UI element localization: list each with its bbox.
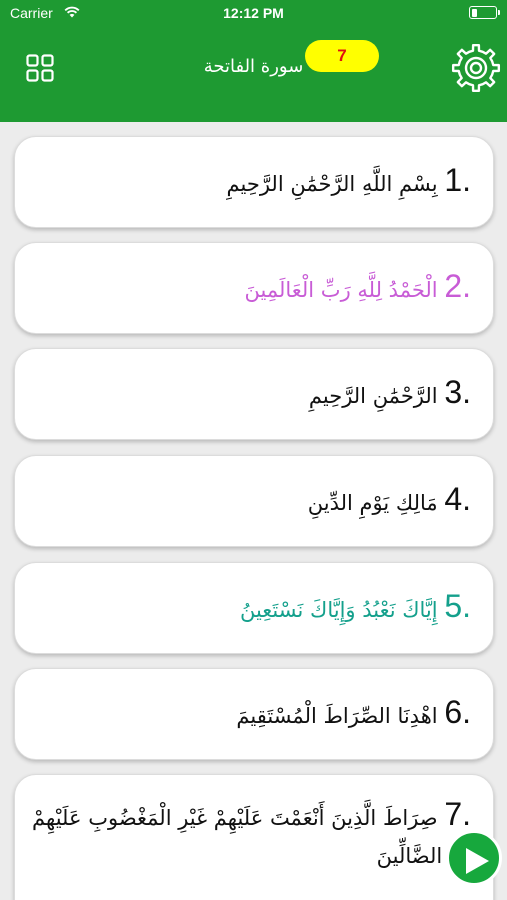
surah-title: سورة الفاتحة [203, 56, 304, 77]
verse-card[interactable]: 7. صِرَاطَ الَّذِينَ أَنْعَمْتَ عَلَيْهِ… [14, 774, 494, 900]
app-header: Carrier 12:12 PM 7 سورة الفاتحة [0, 0, 507, 122]
verse-arabic-text: الرَّحْمَٰنِ الرَّحِيمِ [308, 384, 438, 408]
verse-arabic-text: بِسْمِ اللَّهِ الرَّحْمَٰنِ الرَّحِيمِ [226, 172, 438, 196]
battery-icon [469, 6, 500, 19]
verse-text: 2. الْحَمْدُ لِلَّهِ رَبِّ الْعَالَمِينَ [29, 243, 472, 333]
verse-card[interactable]: 4. مَالِكِ يَوْمِ الدِّينِ [14, 455, 494, 547]
verse-card[interactable]: 6. اهْدِنَا الصِّرَاطَ الْمُسْتَقِيمَ [14, 668, 494, 760]
verse-number: 7. [444, 796, 471, 832]
verse-arabic-text: صِرَاطَ الَّذِينَ أَنْعَمْتَ عَلَيْهِمْ … [32, 806, 471, 868]
verse-number: 6. [444, 694, 471, 730]
verse-number: 2. [444, 268, 471, 304]
play-icon [466, 848, 489, 874]
verse-text: 1. بِسْمِ اللَّهِ الرَّحْمَٰنِ الرَّحِيم… [29, 137, 471, 227]
verse-card[interactable]: 1. بِسْمِ اللَّهِ الرَّحْمَٰنِ الرَّحِيم… [14, 136, 494, 228]
play-button[interactable] [446, 830, 502, 886]
gear-ring [464, 56, 488, 80]
verse-text: 3. الرَّحْمَٰنِ الرَّحِيمِ [29, 349, 471, 439]
verse-number: 3. [444, 374, 471, 410]
verse-card[interactable]: 3. الرَّحْمَٰنِ الرَّحِيمِ [14, 348, 494, 440]
verse-line: 3. الرَّحْمَٰنِ الرَّحِيمِ [309, 373, 471, 415]
status-time: 12:12 PM [223, 5, 284, 21]
verse-arabic-text: الْحَمْدُ لِلَّهِ رَبِّ الْعَالَمِينَ [244, 278, 438, 302]
verse-number: 1. [444, 162, 471, 198]
verse-line: 2. الْحَمْدُ لِلَّهِ رَبِّ الْعَالَمِينَ [245, 267, 472, 309]
verse-line: 7. صِرَاطَ الَّذِينَ أَنْعَمْتَ عَلَيْهِ… [29, 795, 471, 875]
settings-button[interactable] [450, 42, 502, 94]
grid-menu-button[interactable] [26, 54, 54, 82]
battery-level-fill [471, 8, 477, 17]
verse-text: 5. إِيَّاكَ نَعْبُدُ وَإِيَّاكَ نَسْتَعِ… [29, 563, 471, 653]
gear-hub [469, 61, 483, 75]
verse-line: 5. إِيَّاكَ نَعْبُدُ وَإِيَّاكَ نَسْتَعِ… [240, 587, 471, 629]
verse-number: 4. [444, 481, 471, 517]
verse-arabic-text: إِيَّاكَ نَعْبُدُ وَإِيَّاكَ نَسْتَعِينُ [239, 598, 438, 622]
verse-card[interactable]: 2. الْحَمْدُ لِلَّهِ رَبِّ الْعَالَمِينَ [14, 242, 494, 334]
status-bar: Carrier 12:12 PM [0, 0, 507, 28]
verse-card[interactable]: 5. إِيَّاكَ نَعْبُدُ وَإِيَّاكَ نَسْتَعِ… [14, 562, 494, 654]
verse-line: 1. بِسْمِ اللَّهِ الرَّحْمَٰنِ الرَّحِيم… [227, 161, 471, 203]
gear-outline [451, 43, 501, 93]
gear-icon [451, 43, 501, 93]
grid-icon [26, 54, 54, 82]
verse-text: 6. اهْدِنَا الصِّرَاطَ الْمُسْتَقِيمَ [29, 669, 471, 759]
verse-list[interactable]: 1. بِسْمِ اللَّهِ الرَّحْمَٰنِ الرَّحِيم… [0, 122, 507, 900]
verse-text: 7. صِرَاطَ الَّذِينَ أَنْعَمْتَ عَلَيْهِ… [29, 795, 471, 900]
verse-text: 4. مَالِكِ يَوْمِ الدِّينِ [29, 456, 471, 546]
verse-line: 6. اهْدِنَا الصِّرَاطَ الْمُسْتَقِيمَ [236, 693, 471, 735]
verse-line: 4. مَالِكِ يَوْمِ الدِّينِ [308, 480, 471, 522]
verse-number: 5. [444, 588, 471, 624]
verse-arabic-text: مَالِكِ يَوْمِ الدِّينِ [307, 491, 438, 515]
verse-arabic-text: اهْدِنَا الصِّرَاطَ الْمُسْتَقِيمَ [236, 704, 438, 728]
